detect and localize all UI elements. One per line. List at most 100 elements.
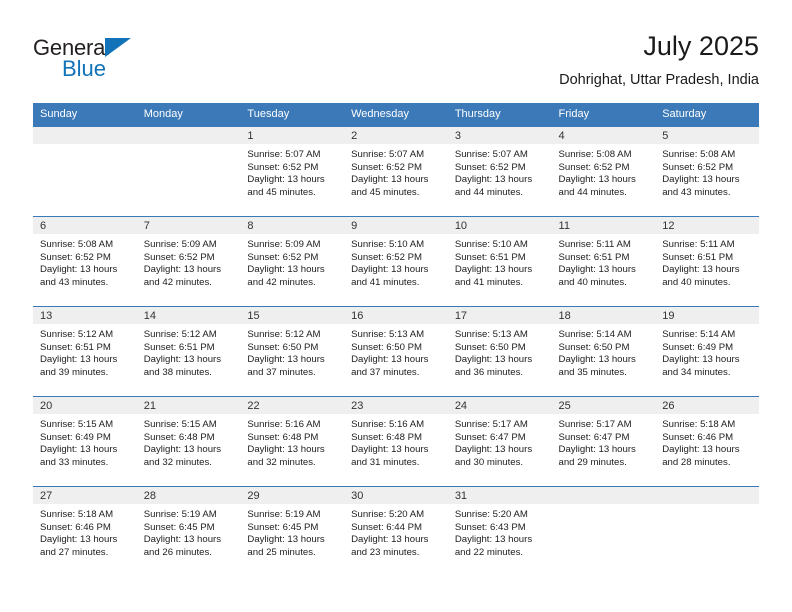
day-cell[interactable]: 24 Sunrise: 5:17 AM Sunset: 6:47 PM Dayligh… [447, 396, 552, 487]
page-title: July 2025 [643, 31, 759, 61]
day-cell[interactable]: 10 Sunrise: 5:10 AM Sunset: 6:51 PM Dayligh… [447, 216, 552, 307]
day-details: Sunrise: 5:17 AM Sunset: 6:47 PM Daylight:… [552, 414, 656, 469]
sunrise-text: Sunrise: 5:13 AM [351, 329, 425, 340]
day-details: Sunrise: 5:07 AM Sunset: 6:52 PM Daylight:… [240, 144, 344, 199]
daylight-text: Daylight: 13 hours and 25 minutes. [247, 534, 325, 558]
day-cell[interactable]: 13 Sunrise: 5:12 AM Sunset: 6:51 PM Dayligh… [33, 306, 137, 397]
day-cell[interactable]: 14 Sunrise: 5:12 AM Sunset: 6:51 PM Dayligh… [136, 306, 241, 397]
day-cell[interactable]: 11 Sunrise: 5:11 AM Sunset: 6:51 PM Dayligh… [551, 216, 656, 307]
general-blue-logo[interactable]: General Blue [33, 36, 203, 88]
day-details: Sunrise: 5:10 AM Sunset: 6:52 PM Daylight:… [344, 234, 448, 289]
day-cell[interactable]: 20 Sunrise: 5:15 AM Sunset: 6:49 PM Dayligh… [33, 396, 137, 487]
day-cell-inner: 20 Sunrise: 5:15 AM Sunset: 6:49 PM Dayligh… [33, 397, 137, 486]
sunset-text: Sunset: 6:51 PM [558, 251, 630, 263]
day-cell[interactable]: 30 Sunrise: 5:20 AM Sunset: 6:44 PM Dayligh… [344, 486, 448, 576]
sunset-text: Sunset: 6:45 PM [247, 521, 319, 533]
day-cell[interactable]: 15 Sunrise: 5:12 AM Sunset: 6:50 PM Dayligh… [240, 306, 345, 397]
sunset-text: Sunset: 6:52 PM [558, 161, 630, 173]
sunrise-text: Sunrise: 5:08 AM [662, 149, 736, 160]
sunrise-text: Sunrise: 5:07 AM [454, 149, 528, 160]
day-cell-inner: 16 Sunrise: 5:13 AM Sunset: 6:50 PM Dayligh… [344, 307, 448, 396]
sunset-text: Sunset: 6:50 PM [351, 341, 423, 353]
day-cell[interactable]: 7 Sunrise: 5:09 AM Sunset: 6:52 PM Daylight… [136, 216, 241, 307]
day-number: 21 [136, 397, 241, 414]
daylight-text: Daylight: 13 hours and 28 minutes. [662, 444, 740, 468]
day-number: 7 [136, 217, 241, 234]
day-details [33, 144, 137, 149]
day-cell-inner: 11 Sunrise: 5:11 AM Sunset: 6:51 PM Dayligh… [551, 217, 656, 306]
sunrise-text: Sunrise: 5:09 AM [143, 239, 217, 250]
sunset-text: Sunset: 6:49 PM [662, 341, 734, 353]
day-number: 23 [344, 397, 448, 414]
logo-triangle-icon [105, 38, 131, 57]
day-number: 8 [240, 217, 345, 234]
day-cell[interactable]: 18 Sunrise: 5:14 AM Sunset: 6:50 PM Dayligh… [551, 306, 656, 397]
day-cell[interactable]: 27 Sunrise: 5:18 AM Sunset: 6:46 PM Dayligh… [33, 486, 137, 576]
sunset-text: Sunset: 6:52 PM [454, 161, 526, 173]
sunset-text: Sunset: 6:47 PM [454, 431, 526, 443]
day-cell[interactable]: 23 Sunrise: 5:16 AM Sunset: 6:48 PM Dayligh… [344, 396, 448, 487]
daylight-text: Daylight: 13 hours and 37 minutes. [247, 354, 325, 378]
day-details: Sunrise: 5:16 AM Sunset: 6:48 PM Daylight:… [344, 414, 448, 469]
day-cell[interactable]: 17 Sunrise: 5:13 AM Sunset: 6:50 PM Dayligh… [447, 306, 552, 397]
sunset-text: Sunset: 6:50 PM [558, 341, 630, 353]
day-cell[interactable]: 21 Sunrise: 5:15 AM Sunset: 6:48 PM Dayligh… [136, 396, 241, 487]
day-cell[interactable]: 12 Sunrise: 5:11 AM Sunset: 6:51 PM Dayligh… [655, 216, 759, 307]
daylight-text: Daylight: 13 hours and 40 minutes. [558, 264, 636, 288]
day-cell-inner: 1 Sunrise: 5:07 AM Sunset: 6:52 PM Daylight… [240, 127, 345, 216]
daylight-text: Daylight: 13 hours and 41 minutes. [454, 264, 533, 288]
day-number: 5 [655, 127, 759, 144]
day-details: Sunrise: 5:18 AM Sunset: 6:46 PM Daylight:… [655, 414, 759, 469]
sunset-text: Sunset: 6:48 PM [351, 431, 423, 443]
weekday-header-friday: Friday [551, 103, 656, 127]
day-details: Sunrise: 5:12 AM Sunset: 6:51 PM Daylight:… [33, 324, 137, 379]
day-cell-inner: 30 Sunrise: 5:20 AM Sunset: 6:44 PM Dayligh… [344, 487, 448, 576]
daylight-text: Daylight: 13 hours and 42 minutes. [247, 264, 325, 288]
day-number: 12 [655, 217, 759, 234]
day-cell-empty [655, 486, 759, 576]
day-details: Sunrise: 5:18 AM Sunset: 6:46 PM Daylight:… [33, 504, 137, 559]
day-details [137, 144, 241, 149]
day-cell[interactable]: 8 Sunrise: 5:09 AM Sunset: 6:52 PM Daylight… [240, 216, 345, 307]
day-cell[interactable]: 2 Sunrise: 5:07 AM Sunset: 6:52 PM Daylight… [344, 126, 448, 217]
day-cell[interactable]: 6 Sunrise: 5:08 AM Sunset: 6:52 PM Daylight… [33, 216, 137, 307]
day-cell-inner: 18 Sunrise: 5:14 AM Sunset: 6:50 PM Dayligh… [551, 307, 656, 396]
day-cell[interactable]: 19 Sunrise: 5:14 AM Sunset: 6:49 PM Dayligh… [655, 306, 759, 397]
sunset-text: Sunset: 6:50 PM [454, 341, 526, 353]
day-cell-inner: 28 Sunrise: 5:19 AM Sunset: 6:45 PM Dayligh… [136, 487, 241, 576]
sunrise-text: Sunrise: 5:10 AM [351, 239, 425, 250]
day-cell[interactable]: 26 Sunrise: 5:18 AM Sunset: 6:46 PM Dayligh… [655, 396, 759, 487]
sunrise-text: Sunrise: 5:14 AM [662, 329, 736, 340]
daylight-text: Daylight: 13 hours and 31 minutes. [351, 444, 429, 468]
day-cell[interactable]: 28 Sunrise: 5:19 AM Sunset: 6:45 PM Dayligh… [136, 486, 241, 576]
day-cell[interactable]: 5 Sunrise: 5:08 AM Sunset: 6:52 PM Daylight… [655, 126, 759, 217]
sunset-text: Sunset: 6:45 PM [143, 521, 215, 533]
weekday-header-tuesday: Tuesday [240, 103, 345, 127]
daylight-text: Daylight: 13 hours and 33 minutes. [40, 444, 118, 468]
daylight-text: Daylight: 13 hours and 22 minutes. [454, 534, 533, 558]
day-cell-inner: 13 Sunrise: 5:12 AM Sunset: 6:51 PM Dayligh… [33, 307, 137, 396]
sunrise-text: Sunrise: 5:07 AM [351, 149, 425, 160]
day-cell[interactable]: 9 Sunrise: 5:10 AM Sunset: 6:52 PM Daylight… [344, 216, 448, 307]
day-cell-inner: 2 Sunrise: 5:07 AM Sunset: 6:52 PM Daylight… [344, 127, 448, 216]
day-cell-inner: 27 Sunrise: 5:18 AM Sunset: 6:46 PM Dayligh… [33, 487, 137, 576]
day-cell[interactable]: 25 Sunrise: 5:17 AM Sunset: 6:47 PM Dayligh… [551, 396, 656, 487]
day-details: Sunrise: 5:15 AM Sunset: 6:48 PM Daylight:… [137, 414, 241, 469]
day-cell[interactable]: 4 Sunrise: 5:08 AM Sunset: 6:52 PM Daylight… [551, 126, 656, 217]
day-cell[interactable]: 16 Sunrise: 5:13 AM Sunset: 6:50 PM Dayligh… [344, 306, 448, 397]
day-number: 26 [655, 397, 759, 414]
sunrise-text: Sunrise: 5:10 AM [454, 239, 528, 250]
day-cell-inner: 22 Sunrise: 5:16 AM Sunset: 6:48 PM Dayligh… [240, 397, 345, 486]
day-details: Sunrise: 5:08 AM Sunset: 6:52 PM Daylight:… [552, 144, 656, 199]
day-cell[interactable]: 31 Sunrise: 5:20 AM Sunset: 6:43 PM Dayligh… [447, 486, 552, 576]
weekday-header-saturday: Saturday [655, 103, 759, 127]
calendar-week-row: 27 Sunrise: 5:18 AM Sunset: 6:46 PM Dayligh… [33, 486, 759, 576]
day-cell[interactable]: 22 Sunrise: 5:16 AM Sunset: 6:48 PM Dayligh… [240, 396, 345, 487]
day-cell-inner: 21 Sunrise: 5:15 AM Sunset: 6:48 PM Dayligh… [136, 397, 241, 486]
day-cell[interactable]: 29 Sunrise: 5:19 AM Sunset: 6:45 PM Dayligh… [240, 486, 345, 576]
day-details: Sunrise: 5:17 AM Sunset: 6:47 PM Daylight:… [448, 414, 552, 469]
day-cell[interactable]: 3 Sunrise: 5:07 AM Sunset: 6:52 PM Daylight… [447, 126, 552, 217]
day-cell[interactable]: 1 Sunrise: 5:07 AM Sunset: 6:52 PM Daylight… [240, 126, 345, 217]
sunrise-text: Sunrise: 5:18 AM [40, 509, 114, 520]
sunrise-text: Sunrise: 5:08 AM [40, 239, 114, 250]
